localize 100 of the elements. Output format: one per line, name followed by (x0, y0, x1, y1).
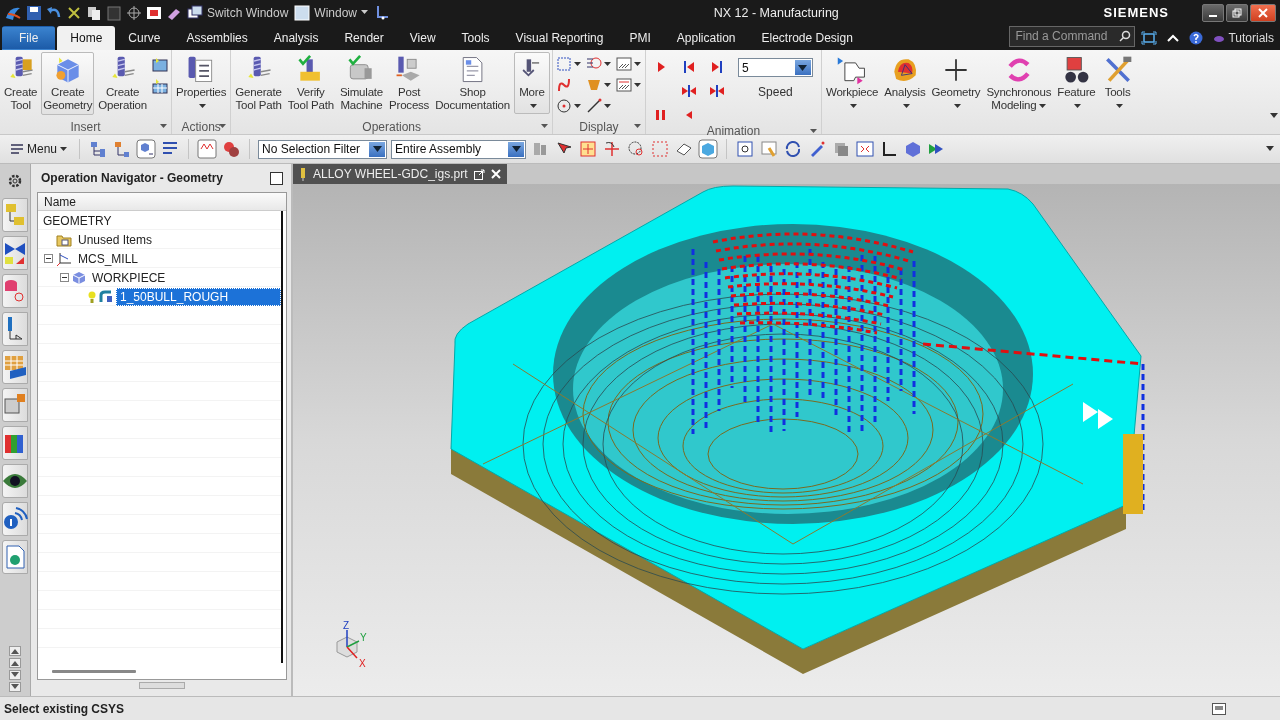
ribbon-button[interactable]: Shop Documentation (433, 52, 512, 115)
folder-icon (56, 232, 72, 247)
ribbon-button[interactable]: Analysis (882, 52, 928, 114)
group-menu-icon[interactable] (159, 124, 167, 129)
ribbon-tab[interactable]: Application (663, 26, 749, 50)
ribbon-tab[interactable]: Visual Reporting (502, 26, 617, 50)
table-icon[interactable] (150, 78, 169, 96)
zoom-box-icon[interactable] (735, 139, 756, 159)
tutorials-link[interactable]: Tutorials (1213, 30, 1274, 45)
group-menu-icon[interactable] (540, 124, 548, 129)
crosshair-icon[interactable] (126, 4, 142, 21)
ribbon-tab[interactable]: Tools (448, 26, 503, 50)
ribbon-button[interactable]: Create Geometry (41, 52, 95, 115)
pop-out-icon[interactable] (473, 168, 485, 180)
ribbon-button[interactable]: Workpiece (823, 52, 881, 114)
circle-icon[interactable] (554, 97, 573, 115)
ribbon-button[interactable]: Generate Tool Path (233, 52, 284, 115)
scissors-icon[interactable] (66, 4, 82, 21)
window-icon[interactable] (1212, 702, 1226, 715)
restore-button[interactable] (1226, 3, 1248, 22)
ribbon-tab[interactable]: Analysis (260, 26, 332, 50)
collapse-ribbon-icon[interactable] (1167, 32, 1180, 43)
maximize-icon[interactable] (270, 171, 283, 185)
copy-icon[interactable] (86, 4, 102, 21)
ribbon-button[interactable]: Verify Tool Path (285, 52, 336, 115)
ribbon-tab[interactable]: Home (57, 26, 116, 50)
toolbar-options-icon[interactable] (1266, 146, 1274, 152)
status-message: Select existing CSYS (4, 701, 125, 716)
step-back-icon[interactable] (679, 82, 698, 100)
ribbon-tab[interactable]: Assemblies (173, 26, 261, 50)
tree-item[interactable]: MCS_MILL (75, 250, 142, 267)
toolpath-icon (99, 289, 113, 304)
group-menu-icon[interactable] (633, 124, 641, 129)
ribbon-tab[interactable]: View (396, 26, 449, 50)
resource-tab[interactable] (2, 464, 28, 498)
window-icon (294, 4, 311, 21)
ribbon-button[interactable]: Feature (1055, 52, 1098, 114)
ribbon-button[interactable]: Geometry (929, 52, 983, 114)
cube-icon[interactable] (136, 139, 157, 159)
caret-icon (633, 82, 641, 88)
help-icon[interactable] (1189, 30, 1204, 45)
scroll-bottom-icon (11, 684, 19, 690)
ribbon-button[interactable]: Create Tool (2, 52, 40, 115)
ribbon-button[interactable]: Tools (1099, 52, 1136, 114)
ribbon-options-icon[interactable] (1270, 113, 1278, 119)
ribbon-tab[interactable]: Electrode Design (748, 26, 866, 50)
ribbon-tab[interactable]: Render (331, 26, 397, 50)
collapse-icon[interactable] (60, 273, 69, 282)
caret-icon (603, 103, 611, 109)
speed-field[interactable]: 5 (737, 58, 813, 77)
minimize-button[interactable] (1202, 3, 1224, 22)
caret-icon (60, 146, 68, 152)
tree-item[interactable]: GEOMETRY (40, 212, 115, 229)
ribbon-tab[interactable]: Curve (115, 26, 174, 50)
tree-item[interactable]: WORKPIECE (89, 269, 169, 286)
ribbon-button[interactable]: More (513, 52, 550, 114)
scroll-up-icon (11, 660, 19, 666)
coordinate-axes-icon (56, 250, 72, 267)
command-search-field[interactable]: Find a Command (1013, 28, 1118, 44)
window-title: NX 12 - Manufacturing (712, 5, 840, 20)
ribbon-button[interactable]: Properties (173, 52, 229, 114)
ribbon-button[interactable]: Create Operation (96, 52, 149, 115)
scrollbar[interactable] (52, 669, 136, 673)
group-menu-icon[interactable] (219, 124, 227, 129)
file-menu-tab[interactable]: File (2, 26, 56, 50)
resource-tab[interactable] (2, 236, 28, 270)
document-tab[interactable]: ALLOY WHEEL-GDC_igs.prt (293, 164, 507, 184)
ribbon-button[interactable]: Synchronous Modeling (984, 52, 1054, 115)
ribbon-button[interactable]: Simulate Machine (337, 52, 386, 115)
close-button[interactable] (1250, 3, 1276, 22)
column-header[interactable]: Name (38, 193, 286, 211)
fullscreen-icon[interactable] (1141, 30, 1158, 45)
scroll-up-button[interactable] (9, 658, 21, 668)
window-menu-button[interactable]: Window (293, 3, 370, 22)
collapse-icon[interactable] (44, 254, 53, 263)
ribbon-tab[interactable]: PMI (616, 26, 664, 50)
chart-icon[interactable] (197, 139, 218, 159)
tree-item[interactable]: Unused Items (75, 231, 156, 248)
dropdown-arrow-icon (798, 64, 808, 71)
resize-handle[interactable] (139, 681, 185, 689)
scroll-bottom-button[interactable] (9, 682, 21, 692)
close-icon[interactable] (490, 169, 501, 179)
search-box[interactable]: Find a Command (1009, 25, 1136, 47)
menu-button[interactable]: Menu (6, 139, 72, 159)
hatched-box-icon[interactable] (614, 55, 633, 73)
step-forward-icon[interactable] (707, 82, 726, 100)
axis-label: Z (343, 620, 350, 631)
tree-item[interactable]: 1_50BULL_ROUGH (116, 287, 281, 306)
scroll-top-button[interactable] (9, 646, 21, 656)
hatched-box-icon[interactable] (614, 76, 633, 94)
caret-icon (603, 61, 611, 67)
filter-dropdown[interactable]: No Selection Filter (258, 139, 388, 159)
filter-dropdown[interactable]: Entire Assembly (391, 139, 527, 159)
ribbon-button[interactable]: Post Process (387, 52, 432, 115)
switch-window-button[interactable]: Switch Window (186, 3, 290, 22)
tool-icon (299, 167, 307, 181)
panel-title: Operation Navigator - Geometry (41, 171, 224, 185)
scroll-down-button[interactable] (9, 670, 21, 680)
settings-icon (7, 173, 23, 189)
save-icon[interactable] (26, 4, 42, 21)
